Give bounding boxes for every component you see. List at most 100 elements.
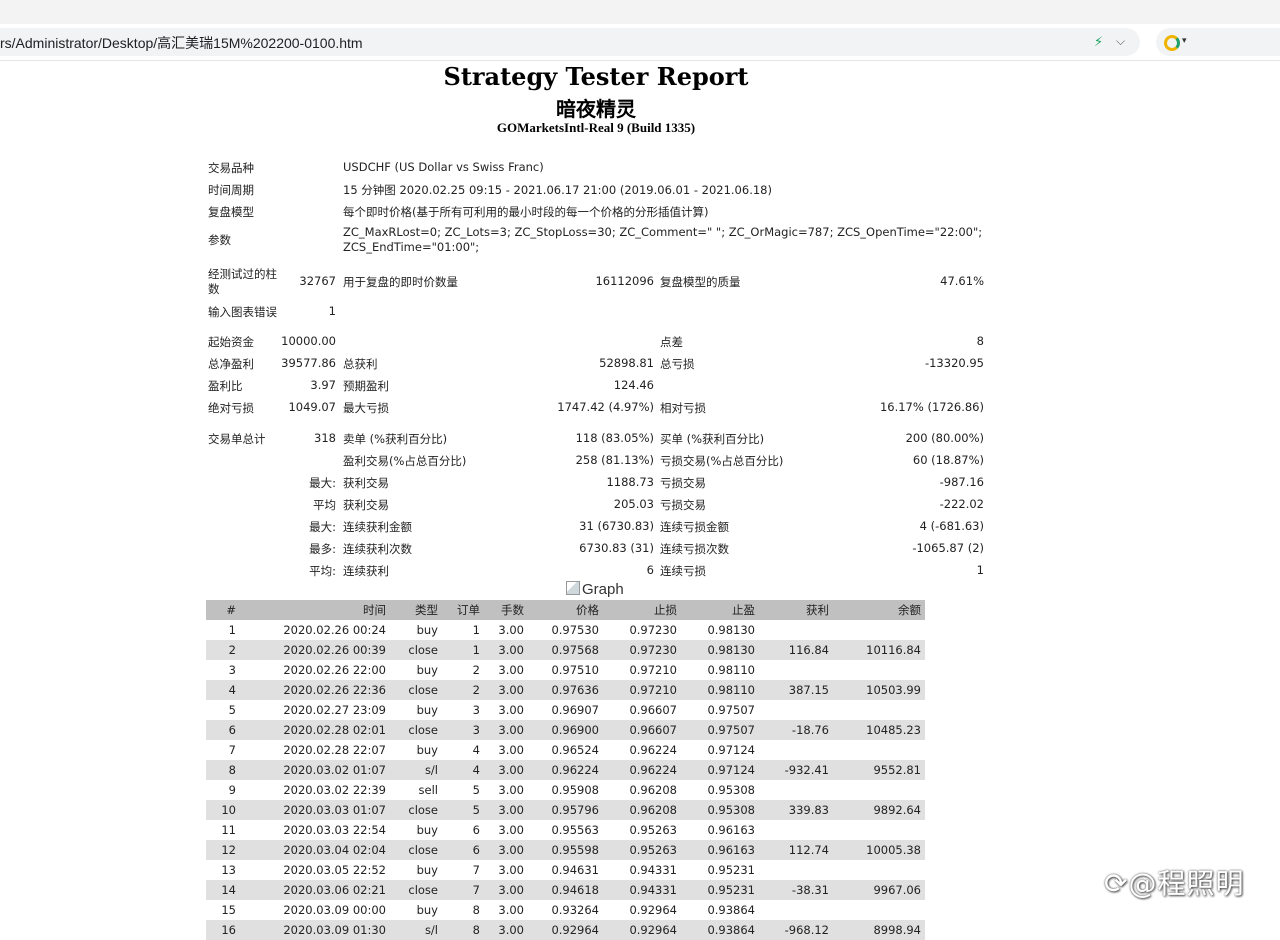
cell-col-lots: 3.00 [484,720,528,740]
avg-consecutive-wins-value: 6 [646,563,654,577]
cell-col-balance [833,900,925,920]
cell-col-price: 0.94618 [528,880,603,900]
caret-down-icon[interactable]: ▾ [1182,36,1187,46]
broken-image-icon [566,581,580,595]
address-bar-url[interactable]: rs/Administrator/Desktop/高汇美瑞15M%202200-… [0,33,363,53]
cell-col-order: 2 [472,663,480,677]
header-col-time: 时间 [240,600,390,620]
header-col-balance: 余额 [833,600,925,620]
cell-col-time: 2020.02.26 22:00 [283,663,386,677]
cell-col-index: 16 [206,920,240,940]
cell-col-index: 15 [221,903,236,917]
extension-icon[interactable] [1164,35,1180,51]
table-row: 4 2020.02.26 22:36 close 2 3.00 0.97636 0.9721… [206,680,925,700]
cell-col-index: 6 [206,720,240,740]
cell-col-tp: 0.98110 [707,663,755,677]
cell-col-tp: 0.96163 [681,840,759,860]
cell-col-index: 11 [221,823,236,837]
errors-value: 1 [328,304,336,318]
cell-col-balance: 9552.81 [833,760,925,780]
largest-profit-label: 获利交易 [343,476,389,490]
cell-col-tp: 0.97507 [707,703,755,717]
table-row: 14 2020.03.06 02:21 close 7 3.00 0.94618 0.943… [206,880,925,900]
loss-trades-value: 60 (18.87%) [912,453,984,467]
spread-value: 8 [976,334,984,348]
cell-col-profit: -38.31 [759,880,833,900]
table-row: 7 2020.02.28 22:07 buy 4 3.00 0.96524 0.96224 0… [206,740,925,760]
cell-col-balance: 10503.99 [833,680,925,700]
average-profit-label: 获利交易 [343,498,389,512]
deposit-value: 10000.00 [281,334,336,348]
cell-col-profit: -18.76 [759,720,833,740]
table-row: 5 2020.02.27 23:09 buy 3 3.00 0.96907 0.96607 0… [206,700,925,720]
largest-loss-value: -987.16 [939,475,984,489]
cell-col-lots: 3.00 [498,743,524,757]
cell-col-price: 0.97510 [551,663,599,677]
cell-col-sl: 0.96607 [629,703,677,717]
abs-drawdown-value: 1049.07 [288,400,336,414]
max-consecutive-wins-value: 31 (6730.83) [579,519,654,533]
max-amount-losses-label: 连续亏损次数 [660,542,729,556]
loss-trades-label: 亏损交易(%占总百分比) [660,454,784,468]
cell-col-sl: 0.97210 [629,663,677,677]
cell-col-index: 5 [228,703,236,717]
short-trades-label: 卖单 (%获利百分比) [343,432,448,446]
cell-col-lots: 3.00 [484,920,528,940]
table-row: 10 2020.03.03 01:07 close 5 3.00 0.95796 0.962… [206,800,925,820]
cell-col-lots: 3.00 [484,880,528,900]
period-value: 15 分钟图 2020.02.25 09:15 - 2021.06.17 21:… [343,183,772,197]
rel-drawdown-value: 16.17% (1726.86) [879,400,984,414]
params-label: 参数 [208,233,231,247]
max-amount-wins-label: 连续获利次数 [343,542,412,556]
cell-col-time: 2020.02.27 23:09 [283,703,386,717]
chevron-down-icon[interactable]: ⌵ [1116,34,1125,49]
cell-col-time: 2020.02.28 02:01 [240,720,390,740]
cell-col-time: 2020.03.09 01:30 [240,920,390,940]
profit-factor-label: 盈利比 [208,379,243,393]
cell-col-balance [833,740,925,760]
watermark-icon: ⟳ [1104,867,1129,900]
extension-area[interactable]: ▾ [1156,28,1280,56]
short-trades-value: 118 (83.05%) [575,431,654,445]
cell-col-lots: 3.00 [498,903,524,917]
cell-col-tp: 0.97124 [707,743,755,757]
avg-consecutive-losses-label: 连续亏损 [660,564,706,578]
cell-col-type: close [390,640,442,660]
cell-col-time: 2020.02.26 00:39 [240,640,390,660]
average-prefix: 平均 [313,498,336,512]
cell-col-lots: 3.00 [484,640,528,660]
avg-consecutive-prefix: 平均: [309,564,336,578]
cell-col-type: buy [416,623,438,637]
watermark-text: @程照明 [1128,867,1245,900]
cell-col-order: 8 [442,920,484,940]
expected-payoff-value: 124.46 [613,378,654,392]
cell-col-index: 10 [206,800,240,820]
gross-loss-label: 总亏损 [660,357,695,371]
cell-col-balance [833,860,925,880]
cell-col-sl: 0.95263 [629,823,677,837]
cell-col-tp: 0.97124 [681,760,759,780]
cell-col-sl: 0.97230 [603,640,681,660]
table-row: 9 2020.03.02 22:39 sell 5 3.00 0.95908 0.96208… [206,780,925,800]
cell-col-lots: 3.00 [498,783,524,797]
cell-col-price: 0.97568 [528,640,603,660]
ticks-value: 16112096 [595,274,654,288]
cell-col-lots: 3.00 [484,680,528,700]
cell-col-lots: 3.00 [484,800,528,820]
bolt-icon[interactable]: ⚡ [1094,35,1103,50]
ticks-label: 用于复盘的即时价数量 [343,275,458,289]
total-trades-value: 318 [314,431,336,445]
cell-col-index: 12 [206,840,240,860]
cell-col-sl: 0.97210 [603,680,681,700]
cell-col-type: buy [416,863,438,877]
cell-col-balance: 10485.23 [833,720,925,740]
header-col-sl: 止损 [603,600,681,620]
cell-col-type: s/l [390,760,442,780]
quality-value: 47.61% [940,274,984,288]
address-bar[interactable]: rs/Administrator/Desktop/高汇美瑞15M%202200-… [0,28,1140,56]
header-col-type: 类型 [390,600,442,620]
symbol-label: 交易品种 [208,161,254,175]
cell-col-index: 8 [206,760,240,780]
cell-col-sl: 0.94331 [629,863,677,877]
max-consecutive-prefix: 最大: [309,520,336,534]
